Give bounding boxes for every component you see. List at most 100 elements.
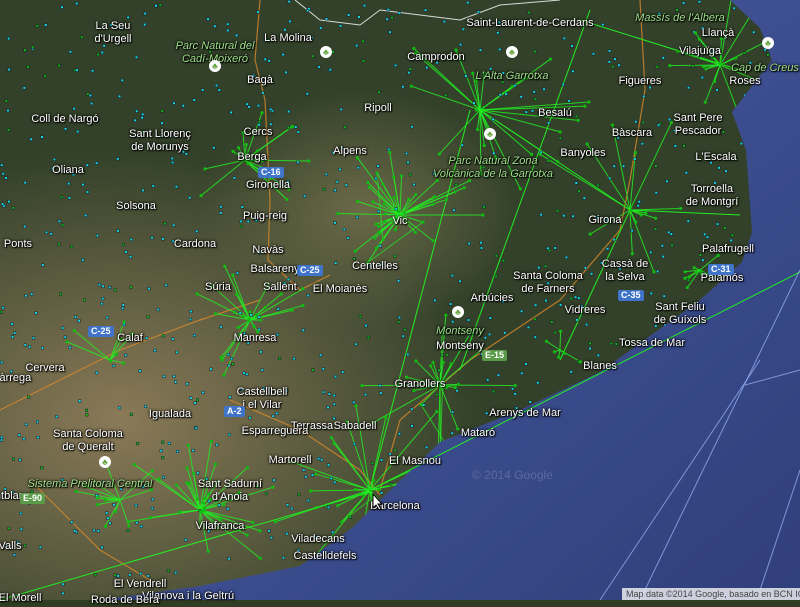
place-label-navas[interactable]: Navàs [252,244,283,257]
park-tree-icon[interactable]: ♣ [320,46,332,58]
network-node [220,358,223,361]
place-label-tossa[interactable]: Tossa de Mar [619,337,685,350]
place-label-baga[interactable]: Bagà [247,74,273,87]
road-shield-a2[interactable]: A-2 [224,406,245,417]
place-label-vidreres[interactable]: Vidreres [565,304,606,317]
place-label-balsareny[interactable]: Balsareny [251,263,300,276]
park-label-albera[interactable]: Massís de l'Albera [635,12,725,25]
place-label-oliana[interactable]: Oliana [52,164,84,177]
place-label-palafrugell[interactable]: Palafrugell [702,243,754,256]
place-label-esparreguera[interactable]: Esparreguera [242,425,309,438]
road-shield-c35[interactable]: C-35 [618,290,644,301]
place-label-sallent[interactable]: Sallent [263,281,297,294]
network-node [408,72,410,74]
place-label-manresa[interactable]: Manresa [234,332,277,345]
place-label-cassa[interactable]: Cassà dela Selva [602,258,648,284]
place-label-sant-sadurni[interactable]: Sant Sadurníd'Anoia [198,478,262,504]
road-shield-e90[interactable]: E-90 [20,493,45,504]
network-node [92,70,94,72]
place-label-solsona[interactable]: Solsona [116,200,156,213]
place-label-mataro[interactable]: Mataró [461,427,495,440]
road-shield-c31[interactable]: C-31 [708,264,734,275]
place-label-vilafranca[interactable]: Vilafranca [196,520,245,533]
place-label-sant-llorenc[interactable]: Sant Llorençde Morunys [129,128,191,154]
place-label-cardona[interactable]: Cardona [174,238,216,251]
place-label-llanca[interactable]: Llançà [702,27,734,40]
place-label-ponts[interactable]: Ponts [4,238,32,251]
park-label-alta-garrotxa[interactable]: L'Alta Garrotxa [475,70,548,83]
network-node [152,185,154,187]
place-label-puig-reig[interactable]: Puig-reig [243,210,287,223]
place-label-calaf[interactable]: Calaf [117,332,143,345]
place-label-roda[interactable]: Roda de Berà [91,594,159,607]
place-label-berga[interactable]: Berga [237,151,266,164]
place-label-roses[interactable]: Roses [729,75,760,88]
place-label-martorell[interactable]: Martorell [269,454,312,467]
place-label-morell[interactable]: El Morell [0,592,41,605]
network-node [64,336,66,338]
place-label-figueres[interactable]: Figueres [619,75,662,88]
place-label-granollers[interactable]: Granollers [395,378,446,391]
place-label-igualada[interactable]: Igualada [149,408,191,421]
place-label-sant-pere[interactable]: Sant PerePescador [674,112,723,138]
network-node [136,522,138,524]
place-label-arbucies[interactable]: Arbúcies [471,292,514,305]
place-label-masnou[interactable]: El Masnou [389,455,441,468]
network-node [173,102,175,104]
road-shield-e15[interactable]: E-15 [482,350,507,361]
road-shield-c25a[interactable]: C-25 [297,265,323,276]
place-label-montseny-town[interactable]: Montseny [436,340,484,353]
network-link [560,331,561,350]
place-label-la-molina[interactable]: La Molina [264,32,312,45]
park-tree-icon[interactable]: ♣ [484,128,496,140]
network-node [699,1,701,3]
place-label-cerc[interactable]: Cercs [244,126,273,139]
network-node [251,521,254,524]
place-label-arenys[interactable]: Arenys de Mar [489,407,561,420]
park-tree-icon[interactable]: ♣ [506,46,518,58]
place-label-moianes[interactable]: El Moianès [313,283,367,296]
place-label-bascara[interactable]: Bàscara [612,127,652,140]
park-label-cap-creus[interactable]: Cap de Creus [731,62,799,75]
network-node [358,16,360,18]
place-label-santa-coloma-q[interactable]: Santa Colomade Queralt [53,428,123,454]
place-label-valls[interactable]: Valls [0,540,22,553]
park-tree-icon[interactable]: ♣ [452,306,464,318]
place-label-torroella[interactable]: Torroellade Montgrí [686,183,739,209]
place-label-alpens[interactable]: Alpens [333,145,367,158]
place-label-banyoles[interactable]: Banyoles [560,147,605,160]
place-label-santa-coloma-f[interactable]: Santa Colomade Farners [513,270,583,296]
place-label-besalu[interactable]: Besalú [538,107,572,120]
road-shield-c25b[interactable]: C-25 [88,326,114,337]
attribution[interactable]: Map data ©2014 Google, basado en BCN IGN… [622,588,800,600]
place-label-vic[interactable]: Vic [392,215,407,228]
place-label-vilajuiga[interactable]: Vilajuïga [679,45,721,58]
park-label-montseny[interactable]: Montseny [436,325,484,338]
place-label-suria[interactable]: Súria [205,281,231,294]
place-label-la-seu[interactable]: La Seud'Urgell [95,20,132,46]
place-label-sabadell[interactable]: Sabadell [334,420,377,433]
network-node [607,248,609,250]
place-label-gironella[interactable]: Gironella [246,179,290,192]
place-label-tarrega[interactable]: Tàrrega [0,372,31,385]
place-label-girona[interactable]: Girona [588,214,621,227]
place-label-sant-feliu[interactable]: Sant Feliude Guíxols [654,301,707,327]
place-label-centelles[interactable]: Centelles [352,260,398,273]
network-node [68,183,70,185]
place-label-castelldefels[interactable]: Castelldefels [294,550,357,563]
place-label-coll-nargo[interactable]: Coll de Nargó [31,113,98,126]
place-label-lescala[interactable]: L'Escala [695,151,736,164]
park-tree-icon[interactable]: ♣ [209,60,221,72]
place-label-ripoll[interactable]: Ripoll [364,102,392,115]
road-shield-c16[interactable]: C-16 [258,167,284,178]
network-node [157,477,160,480]
place-label-saint-laurent[interactable]: Saint-Laurent-de-Cerdans [466,17,593,30]
place-label-viladecans[interactable]: Viladecans [291,533,345,546]
park-tree-icon[interactable]: ♣ [762,37,774,49]
place-label-camprodon[interactable]: Camprodon [407,51,464,64]
park-label-prelitoral[interactable]: Sistema Prelitoral Central [28,478,153,491]
network-node [259,557,262,560]
park-tree-icon[interactable]: ♣ [99,456,111,468]
place-label-blanes[interactable]: Blanes [583,360,617,373]
park-label-garrotxa[interactable]: Parc Natural ZonaVolcànica de la Garrotx… [433,155,553,181]
